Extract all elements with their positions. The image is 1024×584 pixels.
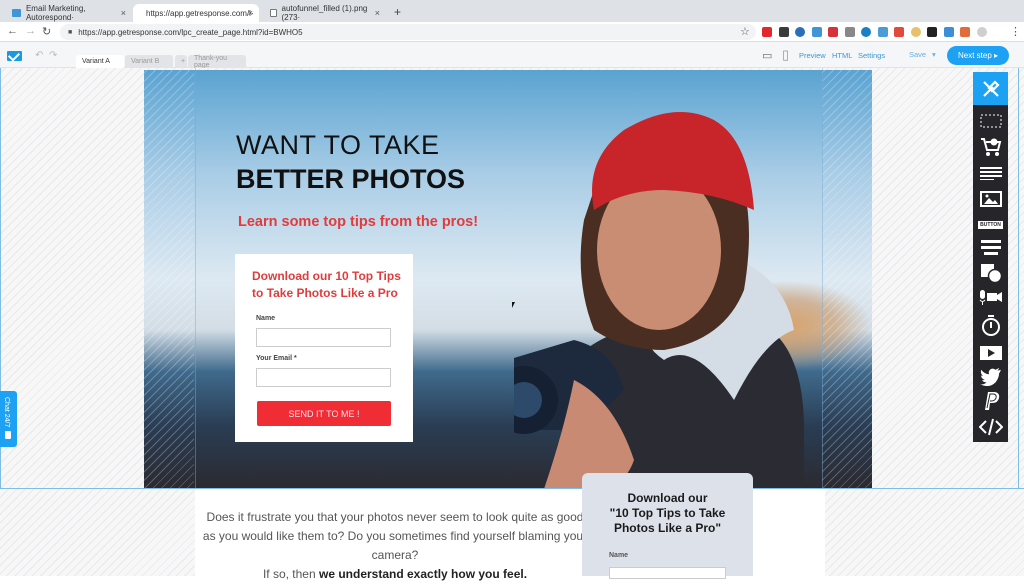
redo-icon[interactable]: ↷ (49, 50, 57, 61)
close-tab-icon[interactable]: × (375, 8, 380, 18)
heart-ext-icon[interactable] (960, 27, 970, 37)
elements-toolbar: BUTTON (973, 72, 1008, 442)
next-step-button[interactable]: Next step ▸ (947, 46, 1009, 65)
back-icon[interactable]: ← (7, 25, 18, 37)
timer-icon[interactable] (973, 312, 1008, 338)
address-bar-row: ← → ↻ ■ https://app.getresponse.com/lpc_… (0, 22, 1024, 42)
tag-ext-icon[interactable] (877, 27, 888, 37)
signup-form[interactable]: Download our 10 Top Tips to Take Photos … (235, 254, 413, 442)
section-icon[interactable] (973, 108, 1008, 134)
email-input[interactable] (256, 368, 391, 387)
shapes-icon[interactable] (973, 260, 1008, 286)
form-icon[interactable] (973, 234, 1008, 260)
secondary-form-title: Download our "10 Top Tips to Take Photos… (582, 491, 753, 536)
image-icon[interactable] (973, 186, 1008, 212)
body-paragraph[interactable]: Does it frustrate you that your photos n… (200, 508, 590, 584)
g-ext-icon[interactable] (861, 27, 871, 37)
getresponse-logo-icon[interactable] (7, 51, 22, 61)
forward-icon[interactable]: → (25, 25, 36, 37)
chat-label: Chat 24/7 (3, 397, 10, 428)
tools-icon[interactable] (973, 72, 1008, 105)
add-variant-button[interactable]: + (175, 55, 187, 68)
margin-hatch-left (144, 70, 194, 489)
text-icon[interactable] (973, 160, 1008, 186)
body-line-bold: we understand exactly how you feel. (318, 567, 528, 581)
paypal-icon[interactable] (973, 388, 1008, 414)
browser-tab-strip: Email Marketing, Autorespond· × https://… (0, 0, 1024, 22)
m-ext-icon[interactable] (778, 27, 789, 37)
save-button[interactable]: Save (909, 50, 926, 59)
desktop-view-icon[interactable]: ▭ (762, 49, 772, 62)
secondary-signup-form[interactable]: Download our "10 Top Tips to Take Photos… (582, 473, 753, 579)
badge-ext-icon[interactable] (828, 27, 838, 37)
email-label: Your Email * (256, 355, 297, 362)
secondary-name-label: Name (609, 552, 629, 559)
chat-widget-tab[interactable]: Chat 24/7 (0, 391, 17, 447)
bookmark-star-icon[interactable]: ☆ (740, 25, 750, 38)
secondary-name-input[interactable] (609, 567, 726, 579)
video-icon[interactable] (973, 340, 1008, 366)
save-options-caret-icon[interactable]: ▾ (932, 50, 936, 59)
circle-ext-icon[interactable] (910, 27, 921, 37)
hero-headline[interactable]: WANT TO TAKE BETTER PHOTOS (236, 128, 465, 196)
lock-icon: ■ (68, 28, 73, 36)
printer-ext-icon[interactable] (844, 27, 855, 37)
hero-subheadline[interactable]: Learn some top tips from the pros! (238, 214, 478, 230)
tab-variant-a[interactable]: Variant A (76, 55, 124, 68)
secondary-title-line: "10 Top Tips to Take (609, 506, 726, 520)
body-paragraph-text: Does it frustrate you that your photos n… (202, 510, 588, 562)
a-ext-icon[interactable] (762, 27, 772, 37)
close-tab-icon[interactable]: × (121, 8, 126, 18)
browser-tab[interactable]: Email Marketing, Autorespond· × (4, 4, 132, 22)
dots-ext-icon[interactable] (894, 27, 904, 37)
browser-tab-title: Email Marketing, Autorespond· (25, 4, 86, 22)
secondary-title-line: Photos Like a Pro" (613, 521, 722, 535)
iq-ext-icon[interactable] (943, 27, 954, 37)
selection-outline (1018, 68, 1019, 489)
file-favicon-icon (270, 9, 277, 17)
cloud-ext-icon[interactable] (811, 27, 822, 37)
clock-ext-icon[interactable] (795, 27, 805, 37)
code-icon[interactable] (973, 414, 1008, 440)
url-text: https://app.getresponse.com/lpc_create_p… (78, 27, 303, 37)
close-tab-icon[interactable]: × (248, 8, 253, 18)
new-tab-button[interactable]: + (394, 5, 401, 19)
browser-tab-active[interactable]: https://app.getresponse.com/l· × (133, 4, 259, 22)
browser-tab[interactable]: autofunnel_filled (1).png (273· × (262, 4, 386, 22)
twitter-icon[interactable] (973, 364, 1008, 390)
body-line-prefix: If so, then (262, 567, 319, 581)
form-title: Download our 10 Top Tips to Take Photos … (252, 269, 401, 300)
secondary-title-line: Download our (627, 491, 708, 505)
url-field[interactable]: ■ https://app.getresponse.com/lpc_create… (60, 24, 756, 40)
settings-link[interactable]: Settings (858, 51, 885, 60)
browser-tab-title: https://app.getresponse.com/l· (146, 8, 254, 18)
webinar-icon[interactable] (973, 284, 1008, 310)
send-it-button[interactable]: SEND IT TO ME ! (257, 401, 391, 426)
html-link[interactable]: HTML (832, 51, 852, 60)
headline-line-1: WANT TO TAKE (236, 130, 440, 160)
mouse-cursor-icon (512, 302, 515, 308)
button-element-label: BUTTON (978, 221, 1003, 229)
browser-tab-title: autofunnel_filled (1).png (273· (281, 4, 368, 22)
browser-menu-icon[interactable]: ⋮ (1010, 25, 1021, 38)
undo-icon[interactable]: ↶ (35, 50, 43, 61)
headline-line-2: BETTER PHOTOS (236, 164, 466, 194)
check-ext-icon[interactable] (927, 27, 937, 37)
chat-phone-icon (5, 431, 11, 439)
name-label: Name (256, 315, 276, 322)
preview-link[interactable]: Preview (799, 51, 826, 60)
mail-favicon-icon (12, 9, 21, 17)
profile-ext-icon[interactable] (976, 27, 987, 37)
name-input[interactable] (256, 328, 391, 347)
editor-toolbar: ↶ ↷ Variant A Variant B + Thank-you page… (0, 42, 1024, 69)
hero-photo-woman-with-camera (514, 112, 804, 489)
tab-thank-you-page[interactable]: Thank-you page (188, 55, 246, 69)
shop-cart-icon[interactable] (973, 134, 1008, 160)
mobile-view-icon[interactable]: ▯ (782, 47, 789, 63)
margin-hatch-right (822, 70, 872, 489)
tab-variant-b[interactable]: Variant B (125, 55, 173, 68)
reload-icon[interactable]: ↻ (42, 25, 51, 38)
